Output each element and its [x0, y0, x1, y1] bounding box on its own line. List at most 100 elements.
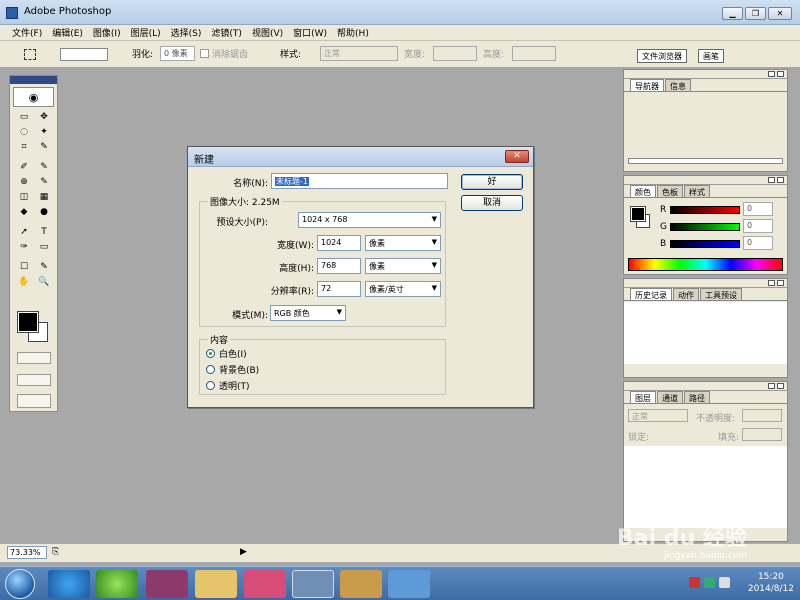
slice-tool[interactable]: ✎	[36, 141, 52, 154]
panel-close-icon[interactable]	[777, 71, 784, 77]
tab-tool-presets[interactable]: 工具预设	[700, 288, 742, 300]
healing-brush-tool[interactable]: ✐	[16, 161, 32, 174]
notes-tool[interactable]: ☐	[16, 261, 32, 274]
width-input[interactable]	[433, 46, 477, 61]
color-spectrum-bar[interactable]	[628, 258, 783, 271]
height-input[interactable]	[512, 46, 556, 61]
crop-tool[interactable]: ⌗	[16, 141, 32, 154]
tab-file-browser[interactable]: 文件浏览器	[637, 49, 687, 63]
panel-close-icon[interactable]	[777, 280, 784, 286]
browser-app-icon[interactable]	[96, 570, 138, 598]
tab-navigator[interactable]: 导航器	[630, 79, 664, 91]
zoom-slider[interactable]	[628, 158, 783, 164]
menu-filter[interactable]: 滤镜(T)	[211, 26, 242, 39]
content-white-radio[interactable]	[206, 349, 215, 358]
tray-volume-icon[interactable]	[719, 577, 730, 588]
menu-layer[interactable]: 图层(L)	[131, 26, 161, 39]
marquee-tool[interactable]: ▭	[16, 111, 32, 124]
panel-minimize-icon[interactable]	[768, 71, 775, 77]
blur-tool[interactable]: ◆	[16, 206, 32, 219]
panel-header[interactable]	[624, 176, 787, 185]
tab-swatches[interactable]: 色板	[657, 185, 683, 197]
height-input[interactable]: 768	[317, 258, 361, 274]
dialog-close-button[interactable]: ✕	[505, 150, 529, 163]
tab-actions[interactable]: 动作	[673, 288, 699, 300]
eraser-tool[interactable]: ◫	[16, 191, 32, 204]
ie-browser-icon[interactable]	[48, 570, 90, 598]
menu-select[interactable]: 选择(S)	[171, 26, 202, 39]
menu-edit[interactable]: 编辑(E)	[52, 26, 83, 39]
eyedropper-tool[interactable]: ✎	[36, 261, 52, 274]
tools-palette-header[interactable]	[10, 76, 57, 84]
panel-minimize-icon[interactable]	[768, 280, 775, 286]
history-list[interactable]	[624, 302, 787, 364]
panel-header[interactable]	[624, 382, 787, 391]
green-value[interactable]: 0	[743, 219, 773, 233]
fill-input[interactable]	[742, 428, 782, 441]
content-background-radio[interactable]	[206, 365, 215, 374]
file-explorer-icon[interactable]	[195, 570, 237, 598]
status-menu-arrow-icon[interactable]: ▶	[240, 547, 247, 557]
type-tool[interactable]: T	[36, 226, 52, 239]
tab-history[interactable]: 历史记录	[630, 288, 672, 300]
menu-image[interactable]: 图像(I)	[93, 26, 121, 39]
preset-select[interactable]: 1024 x 768	[298, 212, 441, 228]
tab-layers[interactable]: 图层	[630, 391, 656, 403]
tab-paths[interactable]: 路径	[684, 391, 710, 403]
archive-app-icon[interactable]	[146, 570, 188, 598]
quick-mask-buttons[interactable]	[17, 352, 51, 364]
panel-header[interactable]	[624, 70, 787, 79]
dialog-title-bar[interactable]: 新建 ✕	[188, 147, 533, 167]
move-tool[interactable]: ✥	[36, 111, 52, 124]
resolution-unit-select[interactable]: 像素/英寸	[365, 281, 441, 297]
zoom-tool[interactable]: 🔍	[36, 276, 52, 289]
zoom-level-field[interactable]: 73.33%	[7, 546, 47, 559]
blue-value[interactable]: 0	[743, 236, 773, 250]
panel-close-icon[interactable]	[777, 383, 784, 389]
magic-wand-tool[interactable]: ✦	[36, 126, 52, 139]
clone-stamp-tool[interactable]: ⊕	[16, 176, 32, 189]
heart-app-icon[interactable]	[244, 570, 286, 598]
screen-mode-buttons[interactable]	[17, 374, 51, 386]
tray-network-icon[interactable]	[704, 577, 715, 588]
tab-brushes[interactable]: 画笔	[698, 49, 724, 63]
path-selection-tool[interactable]: ➚	[16, 226, 32, 239]
resolution-input[interactable]: 72	[317, 281, 361, 297]
paint-app-icon[interactable]	[340, 570, 382, 598]
blue-slider[interactable]	[670, 240, 740, 248]
ok-button[interactable]: 好	[461, 174, 523, 190]
jump-to-imageready-button[interactable]	[17, 394, 51, 408]
style-select[interactable]: 正常	[320, 46, 398, 61]
width-unit-select[interactable]: 像素	[365, 235, 441, 251]
panel-foreground-swatch[interactable]	[630, 206, 646, 222]
feather-input[interactable]: 0 像素	[160, 46, 195, 61]
pen-tool[interactable]: ✑	[16, 241, 32, 254]
panel-minimize-icon[interactable]	[768, 177, 775, 183]
tab-info[interactable]: 信息	[665, 79, 691, 91]
restore-button[interactable]: ❐	[745, 7, 766, 20]
system-clock[interactable]: 15:20 2014/8/12	[748, 571, 794, 595]
height-unit-select[interactable]: 像素	[365, 258, 441, 274]
width-input[interactable]: 1024	[317, 235, 361, 251]
panel-close-icon[interactable]	[777, 177, 784, 183]
tab-channels[interactable]: 通道	[657, 391, 683, 403]
layers-list[interactable]	[624, 446, 787, 528]
start-button[interactable]	[5, 569, 35, 599]
content-transparent-radio[interactable]	[206, 381, 215, 390]
photoshop-taskbar-icon[interactable]	[292, 570, 334, 598]
tab-styles[interactable]: 样式	[684, 185, 710, 197]
history-brush-tool[interactable]: ✎	[36, 176, 52, 189]
cancel-button[interactable]: 取消	[461, 195, 523, 211]
minimize-button[interactable]: ▁	[722, 7, 743, 20]
opacity-input[interactable]	[742, 409, 782, 422]
foreground-color-swatch[interactable]	[17, 311, 39, 333]
hand-tool[interactable]: ✋	[16, 276, 32, 289]
selection-mode-buttons[interactable]	[60, 48, 108, 61]
menu-window[interactable]: 窗口(W)	[293, 26, 327, 39]
tray-flag-icon[interactable]	[689, 577, 700, 588]
lasso-tool[interactable]: ◌	[16, 126, 32, 139]
palette-app-icon[interactable]	[388, 570, 430, 598]
tab-color[interactable]: 颜色	[630, 185, 656, 197]
name-input[interactable]: 未标题-1	[271, 173, 448, 189]
menu-file[interactable]: 文件(F)	[12, 26, 42, 39]
